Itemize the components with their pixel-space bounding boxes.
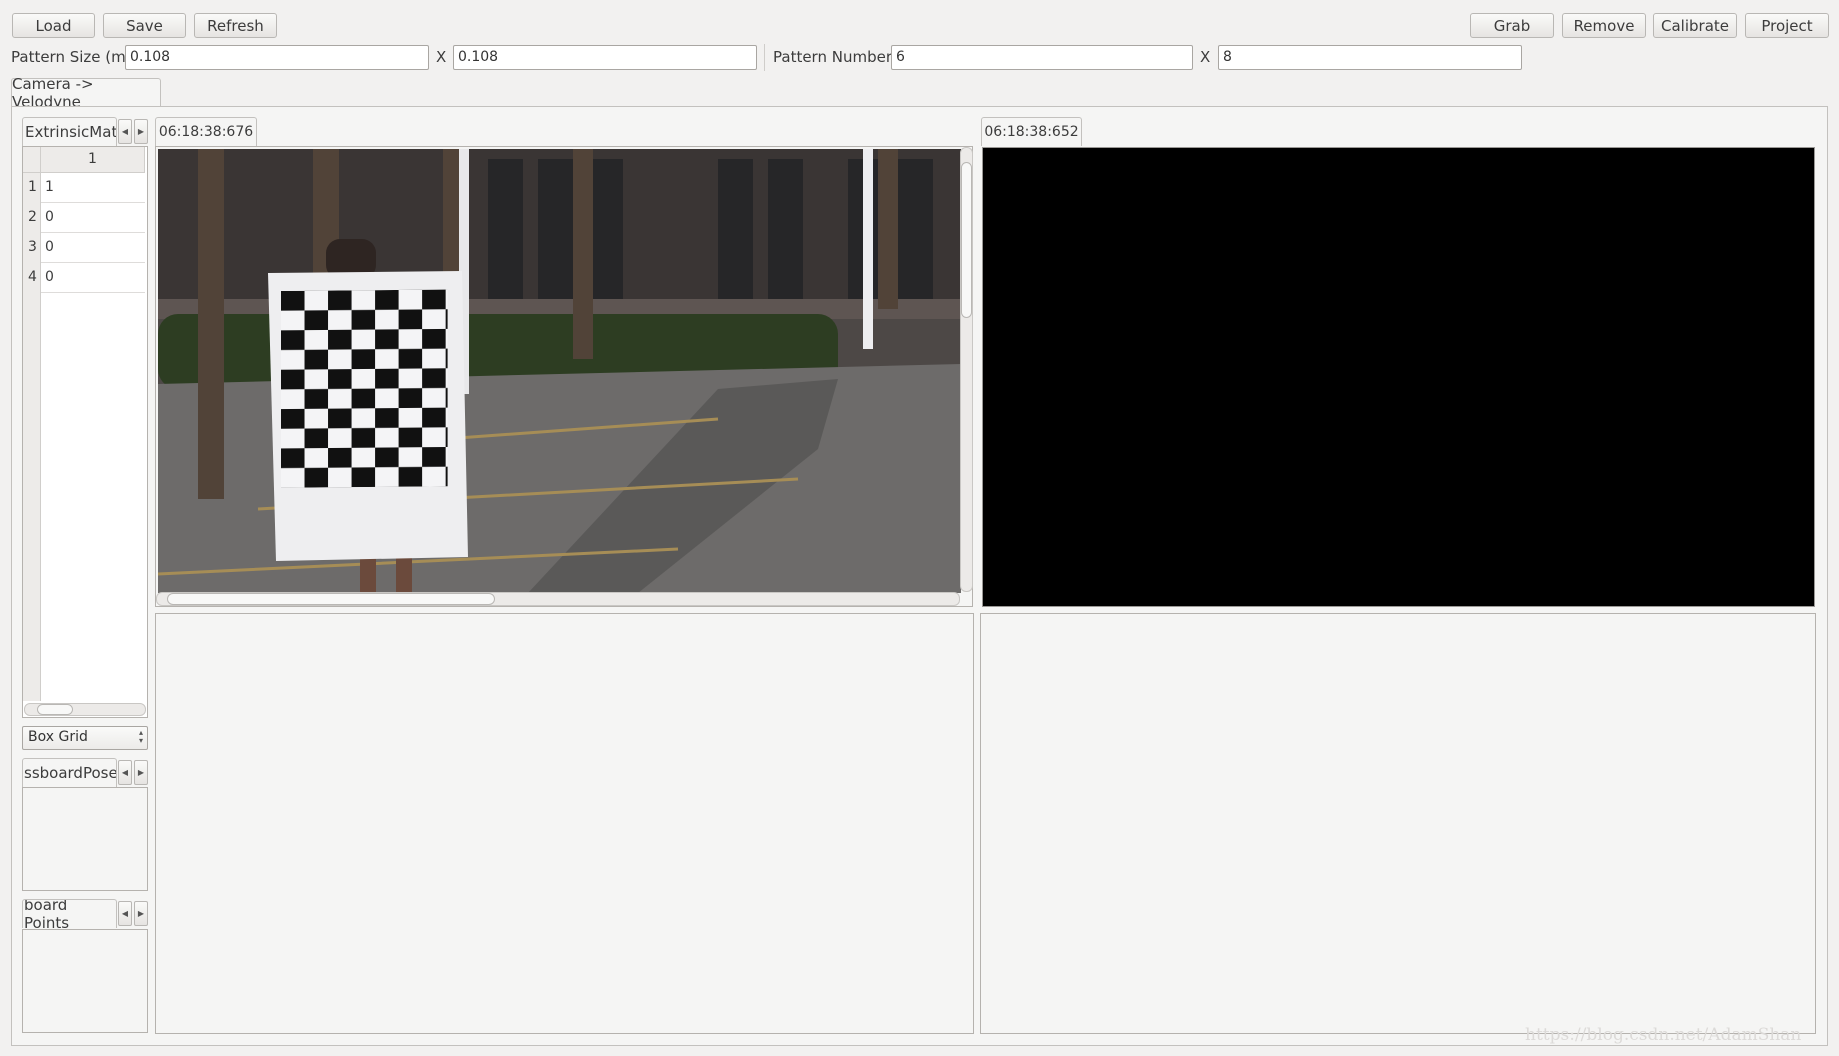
velodyne-detail-panel <box>980 613 1816 1034</box>
project-button[interactable]: Project <box>1745 13 1829 38</box>
left-arrow-icon: ◀ <box>121 768 129 777</box>
pattern-number-separator: X <box>1200 48 1211 66</box>
remove-button[interactable]: Remove <box>1562 13 1646 38</box>
right-arrow-icon: ▶ <box>137 909 145 918</box>
row-index: 1 <box>28 179 37 195</box>
table-row[interactable]: 2 0 <box>23 203 147 233</box>
pattern-size-label: Pattern Size (m) <box>11 48 132 66</box>
table-row[interactable]: 3 0 <box>23 233 147 263</box>
left-arrow-icon: ◀ <box>121 909 129 918</box>
table-horizontal-scrollbar[interactable] <box>24 703 146 716</box>
pose-tab-scroll-right[interactable]: ▶ <box>134 760 148 785</box>
pose-tab-label: ssboardPose <box>24 764 117 782</box>
right-arrow-icon: ▶ <box>137 768 145 777</box>
tab-board-points[interactable]: board Points <box>22 899 117 928</box>
calibrate-button[interactable]: Calibrate <box>1653 13 1737 38</box>
pose-tab-scroll-left[interactable]: ◀ <box>118 760 132 785</box>
load-button[interactable]: Load <box>12 13 95 38</box>
row-index: 2 <box>28 209 37 225</box>
tab-camera-velodyne[interactable]: Camera -> Velodyne <box>11 75 161 111</box>
camera-hscroll-thumb[interactable] <box>167 593 495 605</box>
table-scroll-thumb[interactable] <box>37 704 73 715</box>
row-index: 4 <box>28 269 37 285</box>
grab-button[interactable]: Grab <box>1470 13 1554 38</box>
extrinsic-tab-scroll-right[interactable]: ▶ <box>134 119 148 144</box>
camera-image-view[interactable] <box>155 146 973 607</box>
save-button[interactable]: Save <box>103 13 186 38</box>
table-corner <box>23 147 41 173</box>
cell-value[interactable]: 0 <box>45 239 54 255</box>
pattern-number-y-field[interactable]: 8 <box>1218 45 1522 70</box>
chessboard-pose-panel <box>22 787 148 891</box>
tab-camera-timestamp[interactable]: 06:18:38:676 <box>155 117 257 146</box>
select-arrows-icon: ▴ ▾ <box>138 728 143 745</box>
tab-chessboard-pose[interactable]: ssboardPose <box>22 758 117 787</box>
cell-value[interactable]: 1 <box>45 179 54 195</box>
right-arrow-icon: ▶ <box>137 127 145 136</box>
pattern-size-y-field[interactable]: 0.108 <box>453 45 757 70</box>
pattern-number-x-field[interactable]: 6 <box>891 45 1193 70</box>
pattern-divider <box>764 44 765 71</box>
points-tab-scroll-right[interactable]: ▶ <box>134 901 148 926</box>
board-points-panel <box>22 929 148 1033</box>
pattern-type-select[interactable]: Box Grid ▴ ▾ <box>22 726 148 750</box>
camera-vertical-scrollbar[interactable] <box>960 147 973 592</box>
extrinsic-tab-scroll-left[interactable]: ◀ <box>118 119 132 144</box>
camera-horizontal-scrollbar[interactable] <box>156 592 960 606</box>
camera-image <box>158 149 961 593</box>
velodyne-view[interactable] <box>982 147 1815 607</box>
extrinsic-mat-table[interactable]: 1 1 1 2 0 3 0 4 0 <box>22 146 148 718</box>
row-index: 3 <box>28 239 37 255</box>
pattern-size-x-field[interactable]: 0.108 <box>125 45 429 70</box>
points-tab-label: board Points <box>24 899 70 928</box>
cell-value[interactable]: 0 <box>45 269 54 285</box>
pattern-size-separator: X <box>436 48 447 66</box>
table-column-header[interactable]: 1 <box>41 147 145 173</box>
camera-detail-panel <box>155 613 974 1034</box>
table-row[interactable]: 1 1 <box>23 173 147 203</box>
tab-extrinsic-mat[interactable]: ExtrinsicMat <box>22 117 117 146</box>
watermark-text: https://blog.csdn.net/AdamShan <box>1525 1025 1802 1045</box>
extrinsic-tab-label: ExtrinsicMat <box>25 123 117 141</box>
camera-vscroll-thumb[interactable] <box>961 162 972 318</box>
cell-value[interactable]: 0 <box>45 209 54 225</box>
pattern-type-value: Box Grid <box>28 729 88 745</box>
pattern-number-label: Pattern Number <box>773 48 892 66</box>
left-arrow-icon: ◀ <box>121 127 129 136</box>
points-tab-scroll-left[interactable]: ◀ <box>118 901 132 926</box>
table-row[interactable]: 4 0 <box>23 263 147 293</box>
refresh-button[interactable]: Refresh <box>194 13 277 38</box>
tab-velodyne-timestamp[interactable]: 06:18:38:652 <box>981 117 1082 146</box>
